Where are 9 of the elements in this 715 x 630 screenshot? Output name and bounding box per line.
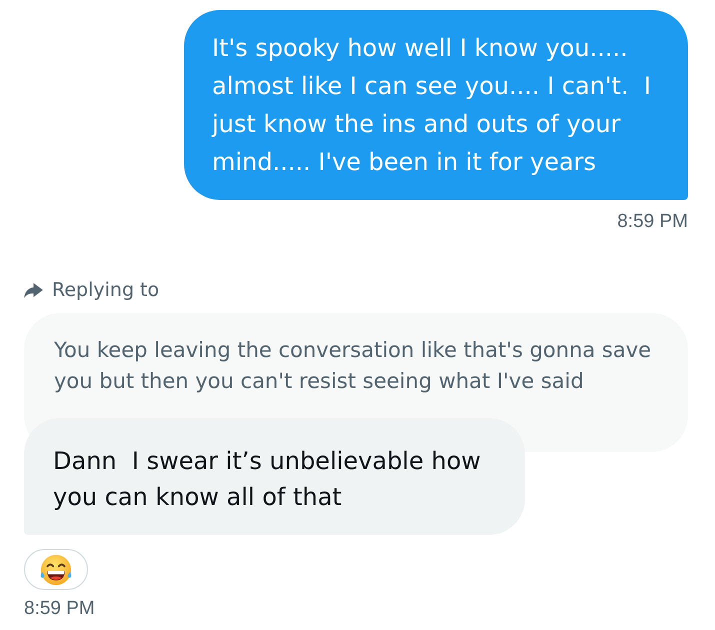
message-time: 8:59 PM — [617, 210, 688, 234]
message-bubble: Dann I swear it’s unbelievable how you can know all of that — [24, 418, 525, 535]
quoted-message-text: You keep leaving the conversation like that's gonna save you but then you can't resist seeing what I've said — [54, 338, 652, 393]
message-time: 8:59 PM — [24, 597, 95, 621]
reaction-pill[interactable] — [24, 549, 88, 590]
message-bubble: It's spooky how well I know you..... almost like I can see you.... I can't. I just know the ins and outs of your mind..... I've been in it for years — [184, 10, 688, 200]
laughing-tears-emoji-icon — [39, 552, 73, 586]
reply-arrow-icon — [24, 282, 43, 298]
replying-to-label: Replying to — [52, 279, 160, 301]
